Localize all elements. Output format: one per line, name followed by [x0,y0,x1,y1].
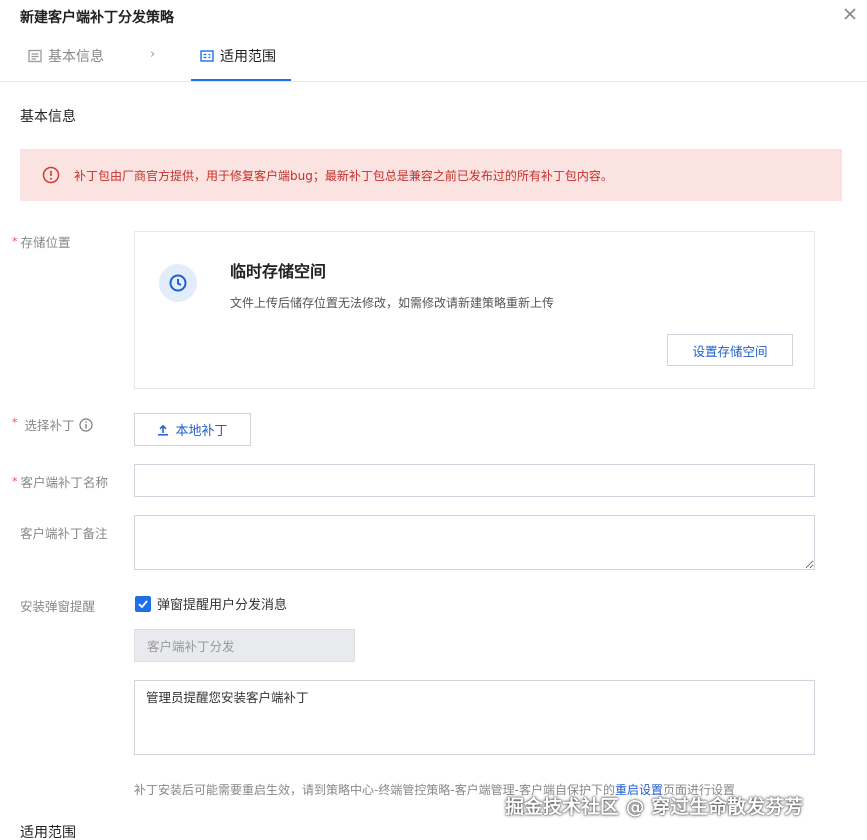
alert-text: 补丁包由厂商官方提供，用于修复客户端bug；最新补丁包总是兼容之前已发布过的所有… [74,168,613,183]
tab-basic-info[interactable]: 基本信息 [28,46,104,66]
patch-note-textarea[interactable] [134,515,815,570]
chevron-right-icon: › [150,47,156,62]
form-icon [28,49,42,63]
warning-alert: 补丁包由厂商官方提供，用于修复客户端bug；最新补丁包总是兼容之前已发布过的所有… [20,149,842,201]
scope-icon [200,50,214,62]
storage-card: 临时存储空间 文件上传后储存位置无法修改，如需修改请新建策略重新上传 设置存储空… [134,231,815,389]
patch-name-input[interactable] [134,464,815,497]
select-patch-label: 选择补丁 [24,418,75,433]
close-icon [844,8,856,20]
section-title-basic-info: 基本信息 [20,109,76,125]
storage-location-label: 存储位置 [12,232,71,251]
watermark: 掘金技术社区 @ 穿过生命散发芬芳 [505,796,804,818]
popup-reminder-checkbox-label: 弹窗提醒用户分发消息 [157,598,288,613]
tab-basic-info-label: 基本信息 [48,49,104,65]
info-icon[interactable] [78,417,93,432]
dialog-title: 新建客户端补丁分发策略 [20,10,174,26]
patch-name-label: 客户端补丁名称 [12,472,109,491]
install-popup-label: 安装弹窗提醒 [20,599,96,614]
section-title-scope: 适用范围 [20,825,76,840]
storage-icon-badge [159,264,197,302]
popup-message-textarea[interactable]: 管理员提醒您安装客户端补丁 [134,680,815,755]
tab-scope[interactable]: 适用范围 [200,46,276,66]
error-circle-icon [42,166,60,184]
popup-reminder-checkbox-row[interactable]: 弹窗提醒用户分发消息 [135,594,287,613]
storage-description: 文件上传后储存位置无法修改，如需修改请新建策略重新上传 [230,296,555,310]
storage-title: 临时存储空间 [230,262,327,281]
set-storage-button[interactable]: 设置存储空间 [667,334,793,366]
close-button[interactable] [842,6,858,22]
upload-icon [158,424,169,436]
step-tabs: 基本信息 › 适用范围 [0,30,867,82]
popup-title-input-disabled: 客户端补丁分发 [134,629,355,662]
patch-note-label: 客户端补丁备注 [20,526,108,541]
upload-button-label: 本地补丁 [175,424,228,439]
clock-icon [169,274,187,292]
upload-local-patch-button[interactable]: 本地补丁 [134,413,251,446]
popup-reminder-checkbox[interactable] [135,595,151,612]
active-tab-indicator [191,79,291,81]
select-patch-label-row: 选择补丁 [12,415,93,434]
tab-scope-label: 适用范围 [220,49,276,65]
check-icon [138,599,148,608]
